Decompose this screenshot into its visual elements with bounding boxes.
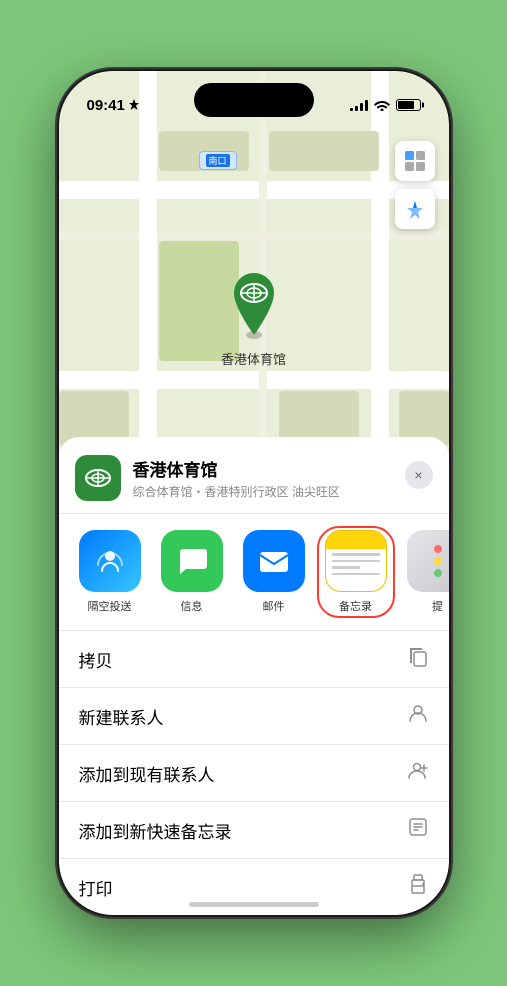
- venue-info: 香港体育馆 综合体育馆・香港特别行政区 油尖旺区: [133, 456, 340, 500]
- pin-svg: [224, 271, 284, 341]
- action-add-contact-label: 添加到现有联系人: [79, 761, 215, 786]
- notes-label: 备忘录: [339, 598, 372, 614]
- person-icon: [407, 702, 429, 730]
- time-label: 09:41: [87, 97, 125, 114]
- map-style-button[interactable]: [395, 141, 435, 181]
- venue-subtitle: 综合体育馆・香港特别行政区 油尖旺区: [133, 483, 340, 500]
- phone-screen: 09:41: [59, 71, 449, 915]
- more-label: 提: [432, 598, 443, 614]
- location-icon: [129, 99, 139, 111]
- location-button[interactable]: [395, 189, 435, 229]
- share-mail[interactable]: 邮件: [239, 530, 309, 614]
- action-copy[interactable]: 拷贝: [59, 631, 449, 688]
- more-icon: [407, 530, 449, 592]
- action-add-contact[interactable]: 添加到现有联系人: [59, 745, 449, 802]
- share-more[interactable]: 提: [403, 530, 449, 614]
- share-row: 隔空投送 信息: [59, 514, 449, 631]
- action-print-label: 打印: [79, 875, 113, 900]
- bottom-sheet: 香港体育馆 综合体育馆・香港特别行政区 油尖旺区 ×: [59, 437, 449, 915]
- notes-icon: [325, 530, 387, 592]
- person-add-icon: [407, 759, 429, 787]
- sheet-header: 香港体育馆 综合体育馆・香港特别行政区 油尖旺区 ×: [59, 437, 449, 514]
- note-icon: [407, 816, 429, 844]
- messages-svg: [174, 543, 210, 579]
- mail-label: 邮件: [263, 598, 285, 614]
- map-controls: [395, 141, 435, 237]
- signal-icon: [350, 99, 368, 111]
- mail-icon: [243, 530, 305, 592]
- dynamic-island: [194, 83, 314, 117]
- home-indicator: [189, 902, 319, 907]
- copy-icon: [407, 645, 429, 673]
- status-time: 09:41: [87, 97, 139, 114]
- print-icon: [407, 873, 429, 901]
- action-new-contact-label: 新建联系人: [79, 704, 164, 729]
- venue-icon: [75, 455, 121, 501]
- action-quick-note[interactable]: 添加到新快速备忘录: [59, 802, 449, 859]
- share-messages[interactable]: 信息: [157, 530, 227, 614]
- messages-label: 信息: [181, 598, 203, 614]
- messages-icon: [161, 530, 223, 592]
- close-button[interactable]: ×: [405, 461, 433, 489]
- action-copy-label: 拷贝: [79, 647, 113, 672]
- battery-icon: [396, 99, 421, 111]
- mail-svg: [256, 543, 292, 579]
- phone-frame: 09:41: [59, 71, 449, 915]
- map-label-north-exit: 南口 南口: [199, 151, 237, 170]
- share-notes[interactable]: 备忘录: [321, 530, 391, 614]
- map-style-icon: [404, 150, 426, 172]
- status-icons: [350, 99, 421, 111]
- airdrop-label: 隔空投送: [88, 598, 132, 614]
- share-airdrop[interactable]: 隔空投送: [75, 530, 145, 614]
- compass-icon: [405, 199, 425, 219]
- action-new-contact[interactable]: 新建联系人: [59, 688, 449, 745]
- venue-name: 香港体育馆: [133, 456, 340, 481]
- venue-stadium-icon: [84, 464, 112, 492]
- pin-container: [219, 271, 289, 341]
- stadium-marker: 香港体育馆: [219, 271, 289, 368]
- stadium-label: 香港体育馆: [221, 349, 286, 368]
- action-quick-note-label: 添加到新快速备忘录: [79, 818, 232, 843]
- airdrop-svg: [94, 545, 126, 577]
- airdrop-icon: [79, 530, 141, 592]
- wifi-icon: [374, 99, 390, 111]
